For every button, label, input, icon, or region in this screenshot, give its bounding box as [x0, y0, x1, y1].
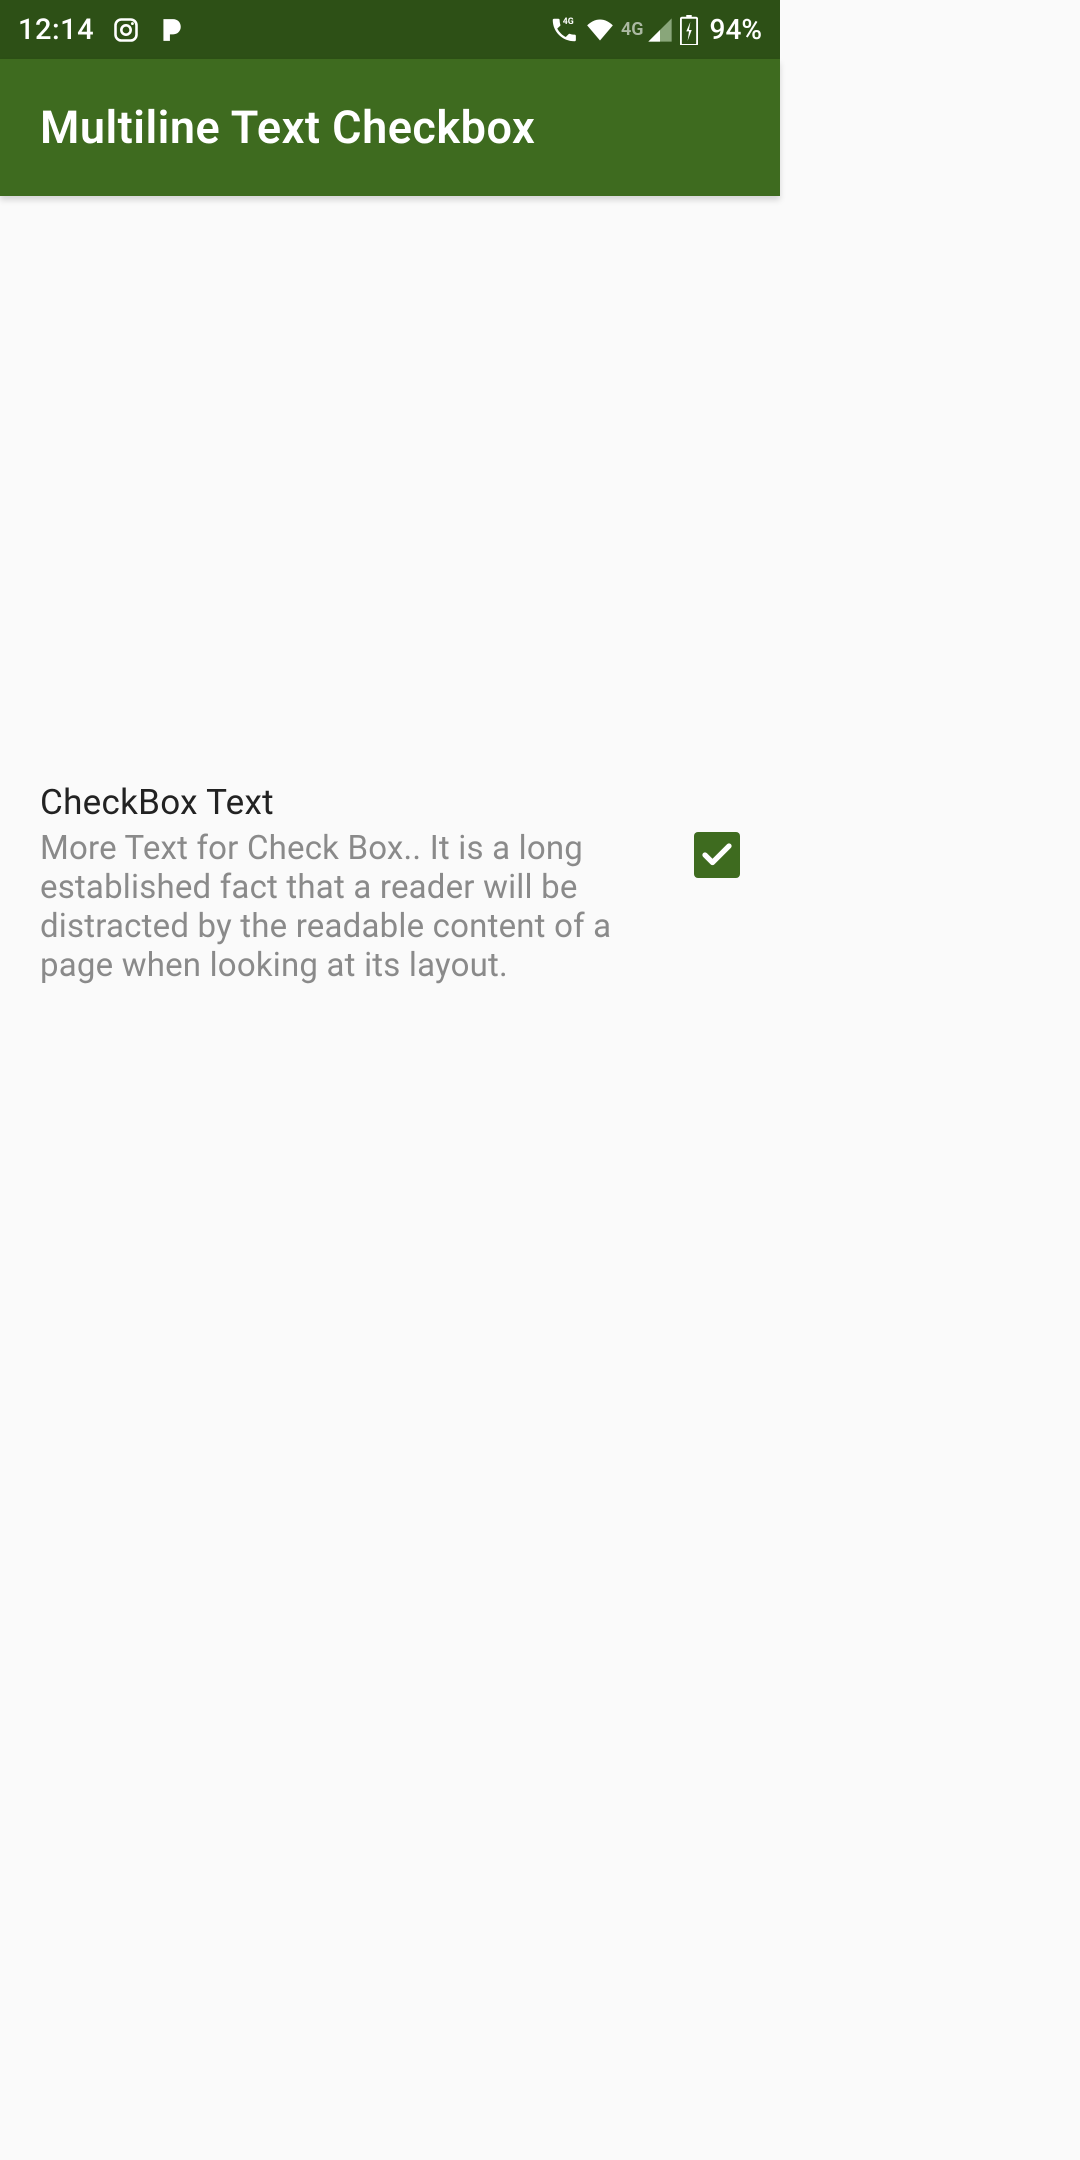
network-4g-label: 4G — [621, 19, 644, 40]
checkbox-row[interactable]: CheckBox Text More Text for Check Box.. … — [40, 782, 740, 985]
signal-icon — [646, 16, 674, 44]
page-title: Multiline Text Checkbox — [40, 101, 535, 154]
svg-text:4G: 4G — [563, 16, 574, 26]
checkbox-title: CheckBox Text — [40, 782, 644, 823]
app-bar: Multiline Text Checkbox — [0, 59, 780, 196]
battery-charging-icon — [680, 15, 698, 45]
status-left-group: 12:14 — [18, 13, 549, 47]
pandora-icon — [158, 17, 184, 43]
check-icon — [699, 837, 735, 873]
status-right-group: 4G 4G 94% — [549, 13, 762, 46]
checkbox-text-block: CheckBox Text More Text for Check Box.. … — [40, 782, 664, 985]
status-bar: 12:14 4G 4G — [0, 0, 780, 59]
wifi-icon — [585, 16, 615, 44]
status-time: 12:14 — [18, 13, 94, 47]
checkbox-description: More Text for Check Box.. It is a long e… — [40, 829, 644, 985]
checkbox-input[interactable] — [694, 832, 740, 878]
phone-4g-icon: 4G — [549, 15, 579, 45]
battery-percentage: 94% — [710, 13, 762, 46]
instagram-icon — [112, 16, 140, 44]
content-area: CheckBox Text More Text for Check Box.. … — [0, 196, 780, 1560]
